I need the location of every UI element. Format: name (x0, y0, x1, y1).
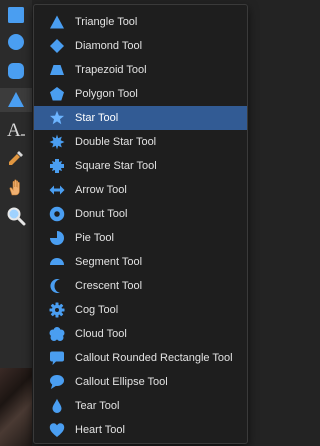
cloud-icon (49, 327, 65, 341)
menu-item-heart-tool[interactable]: Heart Tool (34, 418, 247, 442)
circle-icon (8, 34, 24, 50)
double-star-icon (49, 134, 65, 150)
crescent-icon (50, 279, 60, 293)
menu-item-arrow-tool[interactable]: Arrow Tool (34, 178, 247, 202)
menu-item-label: Callout Rounded Rectangle Tool (75, 352, 233, 364)
trapezoid-icon (50, 65, 64, 75)
rounded-square-icon (8, 63, 24, 79)
menu-item-donut-tool[interactable]: Donut Tool (34, 202, 247, 226)
triangle-tool-button[interactable] (0, 88, 32, 112)
diamond-icon (50, 39, 64, 53)
svg-text:A: A (7, 120, 21, 139)
menu-item-label: Heart Tool (75, 424, 125, 436)
artistic-text-tool-button[interactable]: A (0, 117, 32, 141)
triangle-icon (50, 15, 64, 29)
zoom-tool-button[interactable] (0, 204, 32, 228)
menu-item-pie-tool[interactable]: Pie Tool (34, 226, 247, 250)
ellipse-tool-button[interactable] (0, 30, 32, 54)
view-tool-button[interactable] (0, 175, 32, 199)
menu-item-label: Crescent Tool (75, 280, 143, 292)
menu-item-callout-ellipse-tool[interactable]: Callout Ellipse Tool (34, 370, 247, 394)
menu-item-label: Pie Tool (75, 232, 114, 244)
rounded-rectangle-tool-button[interactable] (0, 59, 32, 83)
menu-item-label: Cog Tool (75, 304, 119, 316)
menu-item-diamond-tool[interactable]: Diamond Tool (34, 34, 247, 58)
menu-item-label: Donut Tool (75, 208, 128, 220)
menu-item-label: Cloud Tool (75, 328, 127, 340)
menu-item-label: Star Tool (75, 112, 119, 124)
menu-item-square-star-tool[interactable]: Square Star Tool (34, 154, 247, 178)
square-icon (8, 7, 24, 23)
double-arrow-icon (49, 185, 65, 195)
pentagon-icon (50, 87, 64, 101)
callout-ellipse-icon (50, 375, 64, 389)
rectangle-tool-button[interactable] (0, 3, 32, 27)
menu-item-label: Segment Tool (75, 256, 143, 268)
menu-item-label: Tear Tool (75, 400, 120, 412)
hand-icon (9, 179, 20, 196)
menu-item-trapezoid-tool[interactable]: Trapezoid Tool (34, 58, 247, 82)
tear-icon (52, 398, 62, 413)
pie-icon (50, 231, 64, 245)
callout-rect-icon (50, 351, 64, 365)
cog-icon (49, 302, 65, 318)
segment-icon (50, 258, 64, 265)
color-picker-tool-button[interactable] (0, 146, 32, 170)
menu-item-label: Triangle Tool (75, 16, 138, 28)
menu-item-cog-tool[interactable]: Cog Tool (34, 298, 247, 322)
heart-icon (49, 423, 65, 437)
menu-item-label: Polygon Tool (75, 88, 138, 100)
menu-item-polygon-tool[interactable]: Polygon Tool (34, 82, 247, 106)
triangle-icon (8, 92, 24, 107)
menu-item-callout-rounded-rectangle-tool[interactable]: Callout Rounded Rectangle Tool (34, 346, 247, 370)
menu-item-crescent-tool[interactable]: Crescent Tool (34, 274, 247, 298)
menu-item-label: Trapezoid Tool (75, 64, 147, 76)
star-icon (50, 110, 64, 125)
text-a-icon: A (7, 120, 25, 139)
menu-item-double-star-tool[interactable]: Double Star Tool (34, 130, 247, 154)
menu-item-segment-tool[interactable]: Segment Tool (34, 250, 247, 274)
menu-item-tear-tool[interactable]: Tear Tool (34, 394, 247, 418)
menu-item-cloud-tool[interactable]: Cloud Tool (34, 322, 247, 346)
tools-toolbar: A (0, 0, 32, 446)
menu-item-label: Arrow Tool (75, 184, 127, 196)
magnifier-icon (7, 207, 26, 226)
menu-item-star-tool[interactable]: Star Tool (34, 106, 247, 130)
menu-item-triangle-tool[interactable]: Triangle Tool (34, 10, 247, 34)
donut-icon (49, 206, 65, 222)
eyedropper-icon (9, 151, 23, 165)
menu-item-label: Diamond Tool (75, 40, 143, 52)
menu-item-label: Square Star Tool (75, 160, 157, 172)
menu-item-label: Double Star Tool (75, 136, 157, 148)
canvas-background (0, 368, 32, 446)
square-star-icon (50, 159, 64, 173)
menu-item-label: Callout Ellipse Tool (75, 376, 168, 388)
shape-tools-flyout-menu: Triangle Tool Diamond Tool Trapezoid Too… (33, 4, 248, 444)
